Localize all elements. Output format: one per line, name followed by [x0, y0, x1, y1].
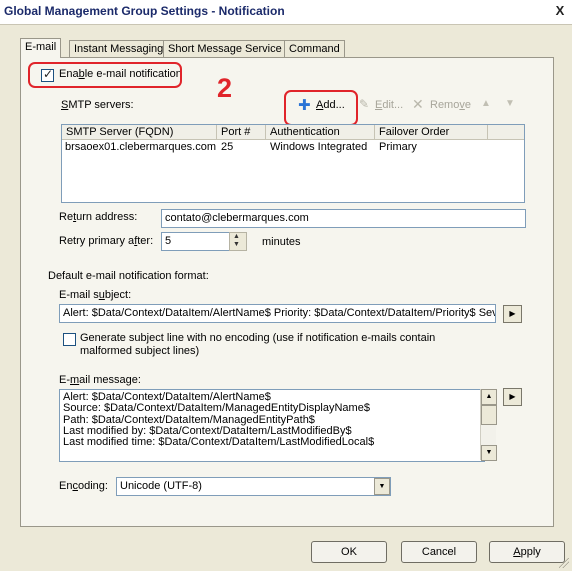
email-subject-input[interactable]: Alert: $Data/Context/DataItem/AlertName$… — [59, 304, 496, 323]
play-arrow-icon: ▶ — [509, 392, 516, 401]
column-header-failover[interactable]: Failover Order — [375, 125, 488, 140]
message-scrollbar[interactable]: ▲ ▼ — [480, 389, 497, 461]
spin-down-icon[interactable]: ▼ — [233, 241, 240, 248]
port-cell: 25 — [221, 141, 234, 153]
scroll-thumb[interactable] — [481, 405, 497, 425]
column-header-authentication[interactable]: Authentication — [266, 125, 375, 140]
settings-window: Global Management Group Settings - Notif… — [0, 0, 572, 571]
generate-subject-checkbox[interactable] — [63, 333, 76, 346]
server-cell: brsaoex01.clebermarques.com — [65, 141, 217, 153]
generate-subject-label-line2: malformed subject lines) — [80, 345, 200, 357]
email-subject-label: E-mail subject: — [59, 289, 132, 301]
title-bar[interactable]: Global Management Group Settings - Notif… — [0, 0, 572, 25]
column-header-port[interactable]: Port # — [217, 125, 266, 140]
authentication-cell: Windows Integrated — [270, 141, 368, 153]
apply-button[interactable]: Apply — [489, 541, 565, 563]
move-down-icon[interactable]: ▼ — [505, 98, 515, 109]
smtp-servers-list[interactable]: SMTP Server (FQDN) Port # Authentication… — [61, 124, 525, 203]
return-address-input[interactable]: contato@clebermarques.com — [161, 209, 526, 228]
encoding-select[interactable]: Unicode (UTF-8) ▼ — [116, 477, 391, 496]
column-header-filler — [488, 125, 524, 140]
subject-insert-button[interactable]: ▶ — [503, 305, 522, 323]
encoding-label: Encoding: — [59, 480, 108, 492]
email-message-textarea[interactable]: Alert: $Data/Context/DataItem/AlertName$… — [59, 389, 485, 462]
retry-primary-input[interactable]: 5 — [161, 232, 234, 251]
message-line: Source: $Data/Context/DataItem/ManagedEn… — [63, 402, 370, 415]
close-icon[interactable]: X — [552, 3, 568, 19]
message-line: Last modified time: $Data/Context/DataIt… — [63, 436, 375, 449]
column-header-server[interactable]: SMTP Server (FQDN) — [62, 125, 217, 140]
edit-icon: ✎ — [359, 97, 370, 111]
ok-button[interactable]: OK — [311, 541, 387, 563]
highlight-add-button — [284, 90, 358, 126]
move-up-icon[interactable]: ▲ — [481, 98, 491, 109]
smtp-servers-label: SMTP servers: — [61, 99, 134, 111]
return-address-label: Return address: — [59, 211, 138, 223]
generate-subject-label-line1: Generate subject line with no encoding (… — [80, 332, 436, 344]
tab-short-message-service[interactable]: Short Message Service — [163, 40, 287, 57]
play-arrow-icon: ▶ — [509, 309, 516, 318]
retry-primary-label: Retry primary after: — [59, 235, 154, 247]
minutes-label: minutes — [262, 236, 301, 248]
spin-up-icon[interactable]: ▲ — [233, 233, 240, 240]
failover-cell: Primary — [379, 141, 417, 153]
tab-instant-messaging[interactable]: Instant Messaging — [69, 40, 169, 57]
default-format-heading: Default e-mail notification format: — [48, 270, 209, 282]
cancel-button[interactable]: Cancel — [401, 541, 477, 563]
highlight-enable-email — [28, 62, 182, 88]
remove-icon: ✕ — [412, 96, 424, 112]
encoding-value: Unicode (UTF-8) — [120, 480, 202, 492]
email-message-label: E-mail message: — [59, 374, 141, 386]
remove-button[interactable]: Remove — [430, 99, 471, 111]
annotation-number: 2 — [217, 73, 233, 103]
tab-email[interactable]: E-mail — [20, 38, 62, 58]
scroll-up-icon[interactable]: ▲ — [481, 389, 497, 405]
chevron-down-icon[interactable]: ▼ — [374, 478, 390, 495]
resize-grip[interactable] — [559, 558, 569, 568]
window-title: Global Management Group Settings - Notif… — [4, 4, 285, 18]
tab-command[interactable]: Command — [284, 40, 345, 57]
scroll-down-icon[interactable]: ▼ — [481, 445, 497, 461]
edit-button[interactable]: Edit... — [375, 99, 403, 111]
retry-spinner[interactable]: ▲ ▼ — [229, 232, 247, 251]
message-insert-button[interactable]: ▶ — [503, 388, 522, 406]
